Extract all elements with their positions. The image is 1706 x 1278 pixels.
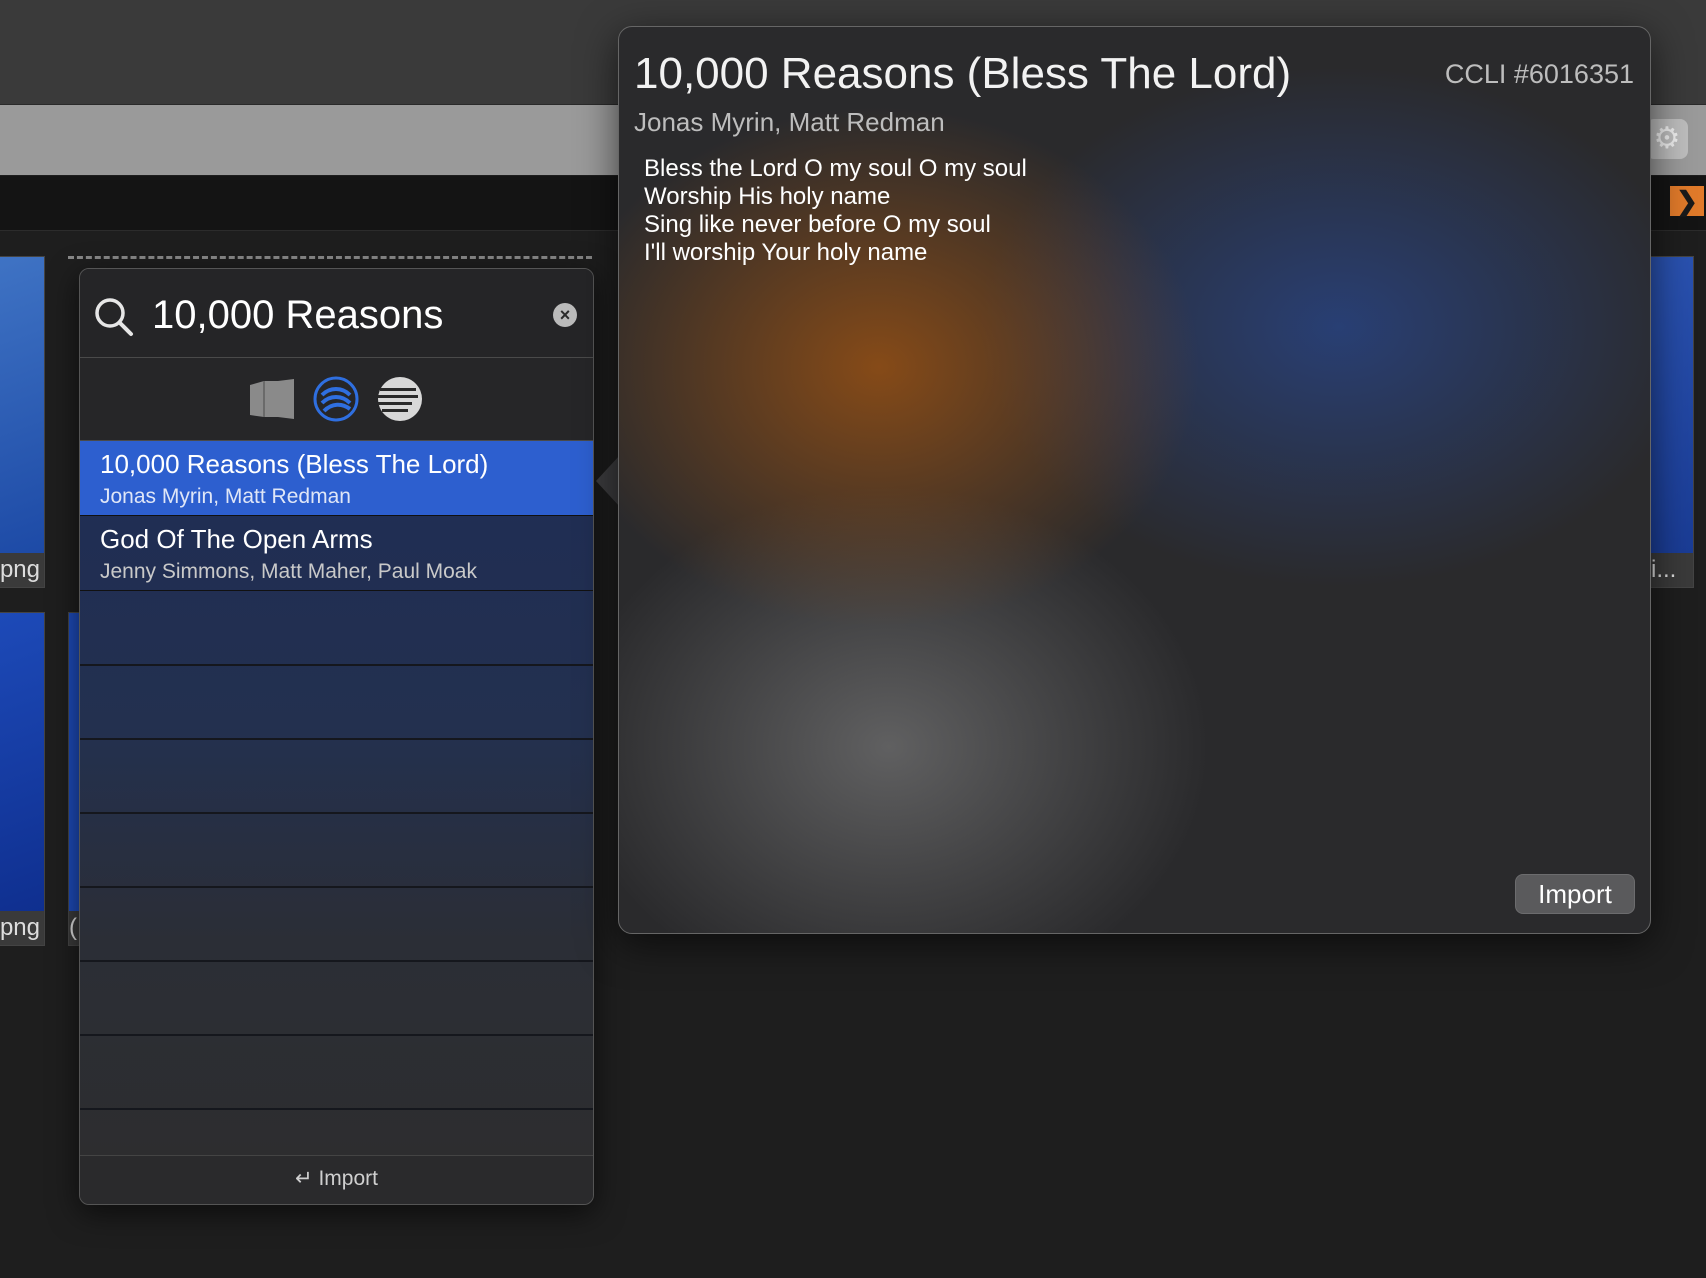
search-bar: × <box>80 269 593 358</box>
thumbnail-caption: png <box>0 553 44 587</box>
library-icon[interactable] <box>248 375 296 423</box>
return-icon: ↵ <box>295 1167 313 1190</box>
clear-search-icon[interactable]: × <box>553 303 577 327</box>
search-icon <box>95 298 133 336</box>
media-thumbnail[interactable]: png <box>0 612 45 946</box>
next-arrow-icon[interactable]: ❯ <box>1670 186 1704 216</box>
lyrics-icon[interactable] <box>376 375 424 423</box>
song-search-popover: × 10,000 Reasons (Bless The Lord) Jonas … <box>79 268 594 1205</box>
empty-row <box>80 887 593 962</box>
preview-title: 10,000 Reasons (Bless The Lord) <box>634 49 1292 98</box>
result-authors: Jonas Myrin, Matt Redman <box>100 485 351 508</box>
empty-row <box>80 739 593 814</box>
ccli-number: CCLI #6016351 <box>1444 59 1634 89</box>
result-authors: Jenny Simmons, Matt Maher, Paul Moak <box>100 560 477 583</box>
results-list: 10,000 Reasons (Bless The Lord) Jonas My… <box>80 441 593 1155</box>
empty-row <box>80 591 593 666</box>
source-selector <box>80 358 593 442</box>
lyric-line: Bless the Lord O my soul O my soul <box>644 155 1027 182</box>
import-footer-label: Import <box>318 1167 378 1190</box>
lyric-line: Sing like never before O my soul <box>644 211 991 238</box>
result-title: 10,000 Reasons (Bless The Lord) <box>100 449 489 479</box>
result-item[interactable]: 10,000 Reasons (Bless The Lord) Jonas My… <box>80 441 593 516</box>
import-footer-button[interactable]: ↵ Import <box>80 1155 593 1204</box>
lyrics-preview: Bless the Lord O my soul O my soul Worsh… <box>644 155 1027 267</box>
media-thumbnail[interactable]: png <box>0 256 45 588</box>
empty-row <box>80 813 593 888</box>
result-item[interactable]: God Of The Open Arms Jenny Simmons, Matt… <box>80 516 593 591</box>
gear-icon[interactable]: ⚙ <box>1646 119 1688 159</box>
popover-arrow <box>596 455 620 507</box>
result-title: God Of The Open Arms <box>100 524 373 554</box>
lyric-line: Worship His holy name <box>644 183 891 210</box>
thumbnail-caption: png <box>0 911 44 945</box>
search-input[interactable] <box>152 287 512 343</box>
empty-row <box>80 961 593 1036</box>
lyric-line: I'll worship Your holy name <box>644 239 928 266</box>
song-preview-popover: 10,000 Reasons (Bless The Lord) CCLI #60… <box>618 26 1651 934</box>
preview-authors: Jonas Myrin, Matt Redman <box>634 107 945 137</box>
empty-row <box>80 665 593 740</box>
media-thumbnail[interactable]: i... <box>1648 256 1694 588</box>
import-button[interactable]: Import <box>1515 874 1635 914</box>
thumbnail-caption: i... <box>1649 553 1693 587</box>
songselect-icon[interactable] <box>312 375 360 423</box>
empty-row <box>80 1035 593 1110</box>
